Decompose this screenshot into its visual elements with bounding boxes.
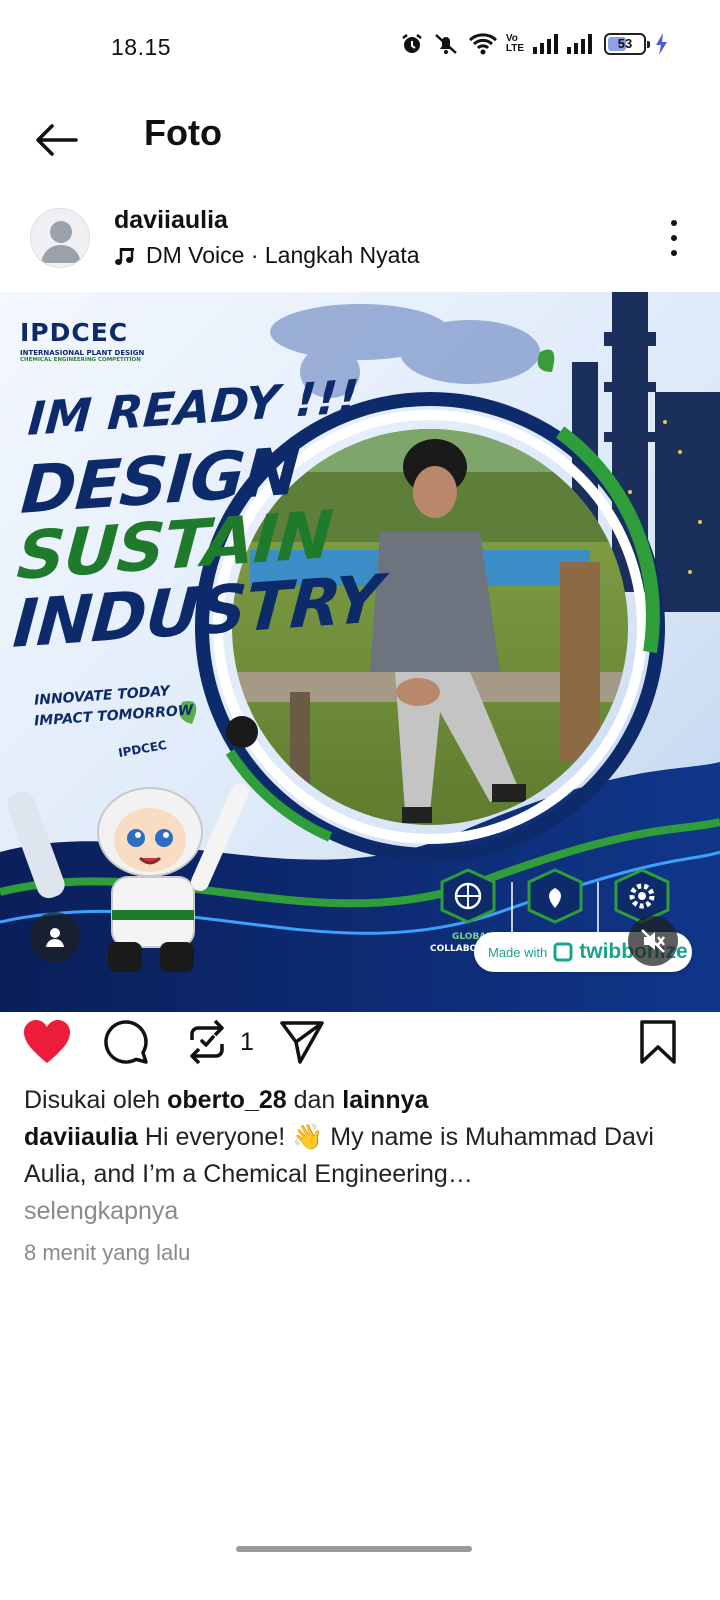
- mute-button[interactable]: [628, 916, 678, 966]
- alarm-icon: [402, 34, 422, 53]
- post-username[interactable]: daviiaulia: [114, 206, 228, 235]
- likes-user[interactable]: oberto_28: [167, 1086, 286, 1114]
- comment-icon: [104, 1020, 148, 1064]
- logo-word: IPDCEC: [20, 318, 129, 347]
- post-caption-area: Disukai oleh oberto_28 dan lainnya davii…: [24, 1082, 696, 1230]
- repost-icon: [190, 1019, 224, 1065]
- more-vertical-icon-dot: [671, 220, 677, 226]
- battery-tip: [647, 41, 650, 48]
- battery-level: 53: [617, 36, 633, 51]
- feature-label-collabo: COLLABO: [430, 944, 478, 954]
- like-button[interactable]: [22, 1014, 72, 1070]
- repost-count: 1: [240, 1027, 254, 1056]
- signal-icon: [567, 34, 592, 54]
- status-time: 18.15: [111, 34, 172, 60]
- post-timestamp: 8 menit yang lalu: [24, 1240, 191, 1265]
- mute-icon: [435, 34, 457, 54]
- more-options-button[interactable]: [662, 218, 686, 258]
- status-icons: Vo LTE 53: [400, 32, 668, 56]
- caption-more-link[interactable]: selengkapnya: [24, 1193, 696, 1230]
- save-button[interactable]: [638, 1014, 678, 1070]
- twibbonize-logo-icon: [553, 942, 573, 962]
- repost-button[interactable]: 1: [186, 1014, 254, 1070]
- heart-filled-icon: [24, 1020, 70, 1063]
- watermark-made-with: Made with: [488, 944, 548, 960]
- ipdcec-logo: IPDCEC INTERNASIONAL PLANT DESIGN CHEMIC…: [20, 318, 144, 363]
- music-note-icon: [115, 247, 134, 265]
- back-button[interactable]: [28, 112, 84, 168]
- comment-button[interactable]: [102, 1014, 150, 1070]
- likes-others[interactable]: lainnya: [342, 1086, 428, 1114]
- logo-subtitle: INTERNASIONAL PLANT DESIGN: [20, 349, 145, 357]
- battery-icon: 53: [604, 33, 650, 55]
- post-header: daviiaulia DM Voice · Langkah Nyata: [0, 196, 720, 288]
- logo-subtitle-2: CHEMICAL ENGINEERING COMPETITION: [20, 357, 141, 363]
- post-actions: 1: [0, 1012, 720, 1082]
- home-indicator[interactable]: [236, 1546, 472, 1552]
- share-button[interactable]: [278, 1014, 326, 1070]
- music-label: DM Voice · Langkah Nyata: [146, 242, 420, 268]
- send-icon: [280, 1021, 324, 1064]
- signal-icon: [533, 34, 558, 54]
- app-header: Foto: [0, 96, 720, 186]
- more-vertical-icon-dot: [671, 250, 677, 256]
- person-icon: [46, 928, 64, 947]
- volte-bottom: LTE: [505, 43, 524, 54]
- default-avatar-icon: [31, 209, 89, 267]
- post-image[interactable]: IPDCEC INTERNASIONAL PLANT DESIGN CHEMIC…: [0, 292, 720, 1012]
- page-title: Foto: [144, 112, 222, 153]
- likes-prefix: Disukai oleh: [24, 1086, 161, 1114]
- caption-username[interactable]: daviiaulia: [24, 1123, 138, 1151]
- arrow-left-icon: [36, 124, 78, 156]
- wifi-icon: [468, 33, 497, 55]
- avatar[interactable]: [30, 208, 90, 268]
- volte-icon: Vo LTE: [506, 34, 524, 54]
- charging-icon: [656, 33, 667, 55]
- caption-text-block: daviiaulia Hi everyone! 👋 My name is Muh…: [24, 1119, 696, 1193]
- tagged-people-button[interactable]: [30, 912, 80, 962]
- likes-summary[interactable]: Disukai oleh oberto_28 dan lainnya: [24, 1082, 696, 1119]
- likes-connector: dan: [293, 1086, 336, 1114]
- status-bar: 18.15 Vo LTE 53: [0, 0, 720, 96]
- bookmark-icon: [640, 1020, 676, 1064]
- speaker-muted-icon: [641, 929, 665, 953]
- more-vertical-icon-dot: [671, 235, 677, 241]
- music-info[interactable]: DM Voice · Langkah Nyata: [114, 242, 420, 269]
